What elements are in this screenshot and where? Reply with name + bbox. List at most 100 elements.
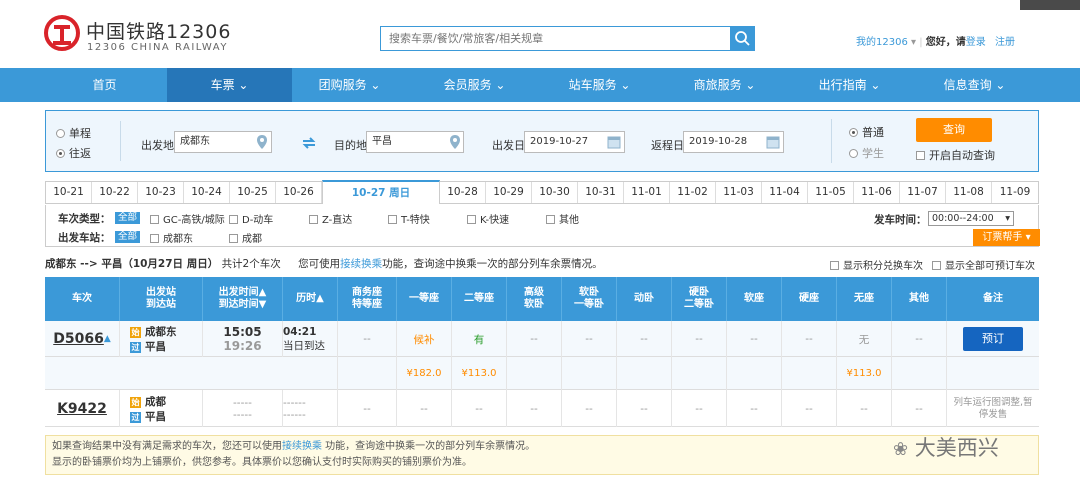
station-name[interactable]: 成都 bbox=[145, 396, 166, 408]
one-way-radio[interactable]: 单程 bbox=[56, 125, 91, 141]
date-tab[interactable]: 11-07 bbox=[900, 182, 946, 203]
filter-station-chengdudong[interactable]: 成都东 bbox=[150, 230, 193, 245]
search-button[interactable] bbox=[730, 26, 755, 51]
hint-pre: 您可使用 bbox=[298, 258, 341, 270]
date-tab[interactable]: 11-08 bbox=[946, 182, 992, 203]
train-type-label: 车次类型： bbox=[58, 213, 111, 225]
round-trip-radio[interactable]: 往返 bbox=[56, 145, 91, 161]
date-tab[interactable]: 10-23 bbox=[138, 182, 184, 203]
transfer-link[interactable]: 接续换乘 bbox=[340, 258, 382, 270]
date-tab[interactable]: 11-06 bbox=[854, 182, 900, 203]
nav-group-service[interactable]: 团购服务 ⌄ bbox=[287, 68, 412, 102]
my12306-link[interactable]: 我的12306 bbox=[856, 37, 908, 48]
nav-business-service[interactable]: 商旅服务 ⌄ bbox=[662, 68, 787, 102]
station-name[interactable]: 平昌 bbox=[145, 341, 166, 353]
student-ticket-radio[interactable]: 学生 bbox=[849, 145, 884, 161]
date-tab[interactable]: 11-09 bbox=[992, 182, 1038, 203]
station-name[interactable]: 平昌 bbox=[145, 411, 166, 423]
auto-query-checkbox[interactable]: 开启自动查询 bbox=[916, 147, 995, 163]
checkbox-icon bbox=[830, 261, 839, 270]
column-header[interactable]: 出发时间▲ 到达时间▼ bbox=[203, 277, 283, 321]
date-tab[interactable]: 10-26 bbox=[276, 182, 322, 203]
depart-time-select[interactable]: 00:00--24:00 ▾ bbox=[928, 211, 1014, 226]
calendar-icon[interactable] bbox=[766, 135, 780, 149]
train-number[interactable]: D5066 bbox=[53, 331, 104, 347]
wechat-icon: ❀ bbox=[893, 439, 909, 460]
checkbox-icon bbox=[467, 215, 476, 224]
show-all-checkbox[interactable]: 显示全部可预订车次 bbox=[932, 257, 1035, 272]
depart-time-value: 00:00--24:00 bbox=[932, 213, 994, 224]
swap-stations-icon[interactable] bbox=[302, 137, 316, 149]
table-cell: 始成都过平昌 bbox=[120, 390, 203, 427]
date-tab[interactable]: 11-03 bbox=[716, 182, 762, 203]
seat-availability[interactable]: 有 bbox=[474, 332, 485, 347]
book-button[interactable]: 预订 bbox=[963, 327, 1023, 351]
filter-d[interactable]: D-动车 bbox=[229, 211, 273, 226]
filter-station-chengdu[interactable]: 成都 bbox=[229, 230, 262, 245]
filter-t[interactable]: T-特快 bbox=[388, 211, 430, 226]
date-tab[interactable]: 10-28 bbox=[440, 182, 486, 203]
station-all-toggle[interactable]: 全部 bbox=[115, 230, 141, 243]
divider: | bbox=[919, 37, 923, 48]
query-button[interactable]: 查询 bbox=[916, 118, 992, 142]
start-station-icon: 始 bbox=[130, 396, 141, 408]
date-tab[interactable]: 11-02 bbox=[670, 182, 716, 203]
nav-tickets[interactable]: 车票 ⌄ bbox=[167, 68, 292, 102]
nav-home[interactable]: 首页 bbox=[42, 68, 167, 102]
register-link[interactable]: 注册 bbox=[995, 37, 1015, 48]
table-cell: ¥113.0 bbox=[837, 357, 892, 390]
normal-ticket-radio[interactable]: 普通 bbox=[849, 124, 884, 140]
nav-info-query[interactable]: 信息查询 ⌄ bbox=[912, 68, 1037, 102]
checkbox-icon bbox=[229, 215, 238, 224]
date-tab[interactable]: 10-29 bbox=[486, 182, 532, 203]
nav-travel-guide[interactable]: 出行指南 ⌄ bbox=[787, 68, 912, 102]
site-search-input[interactable] bbox=[380, 26, 730, 51]
date-tab[interactable]: 11-05 bbox=[808, 182, 854, 203]
filter-other[interactable]: 其他 bbox=[546, 211, 579, 226]
column-header[interactable]: 历时▲ bbox=[283, 277, 338, 321]
station-name[interactable]: 成都东 bbox=[145, 326, 177, 338]
date-tab[interactable]: 10-21 bbox=[46, 182, 92, 203]
date-tab[interactable]: 10-30 bbox=[532, 182, 578, 203]
train-type-all-toggle[interactable]: 全部 bbox=[115, 211, 141, 224]
nav-station-service[interactable]: 站车服务 ⌄ bbox=[537, 68, 662, 102]
location-pin-icon[interactable] bbox=[256, 134, 268, 150]
train-number[interactable]: K9422 bbox=[57, 401, 107, 417]
location-pin-icon[interactable] bbox=[449, 134, 461, 150]
seat-availability[interactable]: 候补 bbox=[414, 332, 435, 347]
ticket-helper-button[interactable]: 订票帮手 ▾ bbox=[973, 229, 1040, 246]
table-cell: -- bbox=[507, 390, 562, 427]
divider bbox=[831, 119, 832, 163]
checkbox-icon bbox=[150, 215, 159, 224]
date-tab[interactable]: 11-01 bbox=[624, 182, 670, 203]
date-tab[interactable]: 10-25 bbox=[230, 182, 276, 203]
table-cell: D5066 ▲ bbox=[45, 321, 120, 357]
arrive-time: ----- bbox=[233, 408, 252, 421]
table-cell: -- bbox=[338, 321, 397, 357]
date-tabs: 10-21 10-22 10-23 10-24 10-25 10-26 10-2… bbox=[45, 180, 1039, 204]
ticket-helper-label: 订票帮手 bbox=[982, 232, 1023, 243]
auto-query-label: 开启自动查询 bbox=[929, 149, 995, 162]
seat-availability: -- bbox=[805, 333, 813, 345]
points-exchange-checkbox[interactable]: 显示积分兑换车次 bbox=[830, 257, 923, 272]
date-tab-selected[interactable]: 10-27 周日 bbox=[322, 180, 440, 204]
filter-z[interactable]: Z-直达 bbox=[309, 211, 352, 226]
notice-box: 如果查询结果中没有满足需求的车次，您还可以使用接续换乘 功能，查询途中换乘一次的… bbox=[45, 435, 1039, 475]
railway-logo-icon[interactable] bbox=[44, 15, 80, 51]
calendar-icon[interactable] bbox=[607, 135, 621, 149]
arrive-day: ------ bbox=[283, 408, 306, 421]
filter-gc[interactable]: GC-高铁/城际 bbox=[150, 211, 225, 226]
date-tab[interactable]: 10-22 bbox=[92, 182, 138, 203]
date-tab[interactable]: 10-24 bbox=[184, 182, 230, 203]
expand-arrow-icon[interactable]: ▲ bbox=[104, 334, 111, 344]
nav-member-service[interactable]: 会员服务 ⌄ bbox=[412, 68, 537, 102]
date-tab[interactable]: 10-31 bbox=[578, 182, 624, 203]
query-panel: 单程 往返 出发地 成都东 目的地 平昌 出发日 2019-10-27 返程日 … bbox=[45, 110, 1039, 172]
greeting-text: 您好，请 bbox=[925, 37, 966, 48]
column-header: 硬座 bbox=[782, 277, 837, 321]
filter-k[interactable]: K-快速 bbox=[467, 211, 509, 226]
station-line: 始成都东 bbox=[130, 324, 177, 339]
date-tab[interactable]: 11-04 bbox=[762, 182, 808, 203]
transfer-link[interactable]: 接续换乘 bbox=[282, 441, 322, 452]
login-link[interactable]: 登录 bbox=[966, 37, 986, 48]
